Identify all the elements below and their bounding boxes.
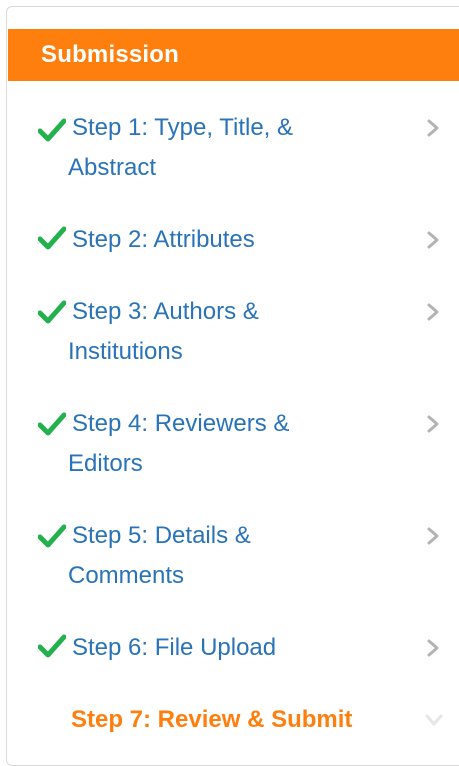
- chevron-right-icon[interactable]: [425, 638, 441, 658]
- checkmark-icon: [38, 524, 66, 548]
- step-5-label[interactable]: Step 5: Details & Comments: [68, 516, 398, 596]
- checkmark-icon: [38, 634, 66, 658]
- step-4-label[interactable]: Step 4: Reviewers & Editors: [68, 404, 398, 484]
- step-1-label[interactable]: Step 1: Type, Title, & Abstract: [68, 108, 398, 188]
- step-3-item[interactable]: Step 3: Authors & Institutions: [0, 292, 459, 372]
- checkmark-icon: [38, 412, 66, 436]
- chevron-right-icon[interactable]: [425, 302, 441, 322]
- chevron-right-icon[interactable]: [425, 414, 441, 434]
- checkmark-icon: [38, 118, 66, 142]
- checkmark-icon: [38, 300, 66, 324]
- step-6-item[interactable]: Step 6: File Upload: [0, 628, 459, 668]
- step-2-label[interactable]: Step 2: Attributes: [68, 220, 398, 260]
- step-7-label[interactable]: Step 7: Review & Submit: [71, 700, 401, 740]
- step-list: Step 1: Type, Title, & Abstract Step 2: …: [0, 0, 459, 762]
- step-3-label[interactable]: Step 3: Authors & Institutions: [68, 292, 398, 372]
- chevron-right-icon[interactable]: [425, 230, 441, 250]
- chevron-right-icon[interactable]: [425, 118, 441, 138]
- step-6-label[interactable]: Step 6: File Upload: [68, 628, 398, 668]
- step-1-item[interactable]: Step 1: Type, Title, & Abstract: [0, 108, 459, 188]
- step-7-item[interactable]: Step 7: Review & Submit: [0, 700, 459, 740]
- checkmark-icon: [38, 226, 66, 250]
- chevron-right-icon[interactable]: [425, 526, 441, 546]
- step-4-item[interactable]: Step 4: Reviewers & Editors: [0, 404, 459, 484]
- chevron-down-icon: [425, 714, 443, 726]
- step-5-item[interactable]: Step 5: Details & Comments: [0, 516, 459, 596]
- step-2-item[interactable]: Step 2: Attributes: [0, 220, 459, 260]
